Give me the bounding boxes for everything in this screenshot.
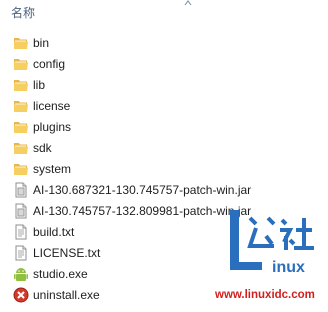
- file-name: license: [33, 99, 71, 113]
- file-name: system: [33, 162, 72, 176]
- android-icon: [13, 266, 29, 282]
- file-row-folder[interactable]: bin: [0, 33, 328, 54]
- file-name: build.txt: [33, 225, 75, 239]
- folder-icon: [13, 77, 29, 93]
- jar-file-icon: [13, 203, 29, 219]
- file-row-text[interactable]: LICENSE.txt: [0, 243, 328, 264]
- file-name: uninstall.exe: [33, 288, 100, 302]
- uninstall-icon: [13, 287, 29, 303]
- jar-file-icon: [13, 182, 29, 198]
- file-row-folder[interactable]: system: [0, 159, 328, 180]
- folder-icon: [13, 35, 29, 51]
- file-row-folder[interactable]: config: [0, 54, 328, 75]
- text-file-icon: [13, 224, 29, 240]
- folder-icon: [13, 56, 29, 72]
- file-row-folder[interactable]: license: [0, 96, 328, 117]
- file-name: LICENSE.txt: [33, 246, 101, 260]
- folder-icon: [13, 140, 29, 156]
- file-row-exe[interactable]: uninstall.exe: [0, 285, 328, 306]
- name-column-header[interactable]: 名称: [11, 4, 35, 21]
- sort-up-icon: [184, 0, 192, 6]
- file-row-folder[interactable]: lib: [0, 75, 328, 96]
- file-name: lib: [33, 78, 46, 92]
- file-row-text[interactable]: build.txt: [0, 222, 328, 243]
- file-name: config: [33, 57, 66, 71]
- file-name: sdk: [33, 141, 52, 155]
- folder-icon: [13, 119, 29, 135]
- file-name: AI-130.687321-130.745757-patch-win.jar: [33, 183, 252, 197]
- text-file-icon: [13, 245, 29, 261]
- file-name: bin: [33, 36, 50, 50]
- file-name: plugins: [33, 120, 72, 134]
- file-row-exe[interactable]: studio.exe: [0, 264, 328, 285]
- file-name: studio.exe: [33, 267, 88, 281]
- folder-icon: [13, 98, 29, 114]
- file-row-folder[interactable]: plugins: [0, 117, 328, 138]
- file-row-folder[interactable]: sdk: [0, 138, 328, 159]
- file-row-jar[interactable]: AI-130.687321-130.745757-patch-win.jar: [0, 180, 328, 201]
- column-header: 名称: [0, 0, 328, 22]
- folder-icon: [13, 161, 29, 177]
- file-name: AI-130.745757-132.809981-patch-win.jar: [33, 204, 252, 218]
- file-row-jar[interactable]: AI-130.745757-132.809981-patch-win.jar: [0, 201, 328, 222]
